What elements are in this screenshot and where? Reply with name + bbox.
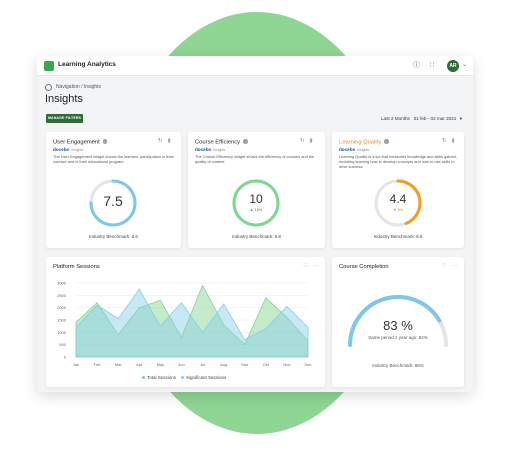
efficiency-value: 10 bbox=[249, 192, 263, 206]
quality-ring: 4.4 ▼ 8% bbox=[373, 178, 423, 228]
x-tick-label: Dec bbox=[304, 362, 311, 367]
course-completion-card: Course Completion ♡ ··· 83 % Same period … bbox=[332, 257, 464, 387]
industry-benchmark: Industry Benchmark: 85% bbox=[372, 363, 424, 368]
x-tick-label: Oct bbox=[263, 362, 270, 367]
chevron-down-icon[interactable]: ⌄ bbox=[462, 61, 467, 68]
chart-legend: Total Sessions Significant Sessions bbox=[142, 375, 226, 380]
x-tick-label: Jul bbox=[200, 362, 205, 367]
card-actions: ♡ ··· bbox=[303, 263, 318, 269]
refresh-icon[interactable]: ↻ bbox=[158, 138, 163, 144]
info-icon[interactable] bbox=[384, 139, 389, 144]
info-icon[interactable] bbox=[102, 139, 108, 144]
date-range-selector[interactable]: Last 2 Months 01 feb - 02 mar 2021 ▼ bbox=[381, 116, 463, 121]
avatar[interactable]: AR bbox=[447, 60, 459, 72]
app-title: Learning Analytics bbox=[58, 61, 116, 68]
info-icon[interactable] bbox=[243, 139, 248, 144]
page-title: Insights bbox=[45, 93, 83, 105]
engagement-ring: 7.5 bbox=[88, 178, 138, 228]
caret-down-icon: ▼ bbox=[458, 116, 463, 121]
top-bar: Learning Analytics ⓘ ∷ AR ⌄ bbox=[37, 56, 473, 76]
date-range-value: 01 feb - 02 mar 2021 bbox=[413, 116, 457, 121]
industry-benchmark: Industry Benchmark: 8.8 bbox=[373, 234, 423, 239]
y-tick-label: 3000 bbox=[57, 281, 67, 286]
completion-value: 83 % bbox=[383, 318, 413, 333]
app-window: Learning Analytics ⓘ ∷ AR ⌄ Navigation /… bbox=[37, 56, 473, 392]
completion-previous: Same period 1 year ago: 84% bbox=[368, 335, 428, 340]
industry-benchmark: Industry Benchmark: 8.6 bbox=[89, 234, 138, 239]
card-title: Platform Sessions bbox=[53, 264, 100, 270]
bar-chart-icon[interactable]: ▮ bbox=[310, 138, 313, 144]
y-tick-label: 2500 bbox=[57, 293, 67, 298]
more-icon[interactable]: ··· bbox=[452, 263, 458, 269]
y-tick-label: 2000 bbox=[57, 305, 67, 310]
learning-quality-card: Learning Quality ↻ ▮ docebo Insights Learn… bbox=[332, 132, 464, 248]
y-tick-label: 1500 bbox=[57, 318, 67, 323]
x-tick-label: Feb bbox=[94, 362, 102, 367]
grid-icon[interactable]: ∷ bbox=[430, 61, 434, 70]
card-title: Course Efficiency bbox=[195, 139, 248, 146]
card-actions: ♡ ··· bbox=[442, 263, 457, 269]
course-efficiency-card: Course Efficiency ↻ ▮ docebo Insights The … bbox=[188, 132, 325, 248]
sessions-chart: 3000 2500 2000 1500 1000 500 0 Jan Feb Mar Apr May J… bbox=[57, 281, 311, 368]
engagement-value: 7.5 bbox=[103, 193, 123, 209]
bar-chart-icon[interactable]: ▮ bbox=[168, 138, 171, 144]
card-description: The Course Efficiency widget shows the e… bbox=[195, 154, 315, 165]
card-actions: ↻ ▮ bbox=[300, 138, 313, 144]
y-tick-label: 0 bbox=[64, 355, 67, 360]
more-icon[interactable]: ··· bbox=[313, 263, 319, 269]
help-circle-icon[interactable]: ⓘ bbox=[413, 61, 420, 70]
heart-icon[interactable]: ♡ bbox=[303, 263, 308, 269]
x-tick-label: Mar bbox=[115, 362, 123, 367]
legend-item-total[interactable]: Total Sessions bbox=[142, 375, 176, 380]
x-tick-label: Nov bbox=[283, 362, 290, 367]
industry-benchmark: Industry Benchmark: 8.8 bbox=[232, 234, 281, 239]
quality-delta: ▼ 8% bbox=[392, 208, 404, 212]
card-title: User Engagement bbox=[53, 139, 108, 146]
quality-value: 4.4 bbox=[389, 192, 407, 206]
card-title: Course Completion bbox=[339, 264, 389, 270]
manage-filters-button[interactable]: MANAGE FILTERS bbox=[46, 114, 83, 123]
navigation-icon bbox=[45, 84, 52, 91]
x-tick-label: Aug bbox=[220, 362, 227, 367]
card-actions: ↻ ▮ bbox=[442, 138, 455, 144]
docebo-logo: docebo Insights bbox=[53, 147, 84, 152]
refresh-icon[interactable]: ↻ bbox=[300, 138, 305, 144]
platform-sessions-card: Platform Sessions ♡ ··· 3000 2500 2000 1500 1… bbox=[46, 257, 325, 387]
heart-icon[interactable]: ♡ bbox=[442, 263, 447, 269]
user-engagement-card: User Engagement ↻ ▮ docebo Insights The Us… bbox=[46, 132, 181, 248]
x-tick-label: Sep bbox=[241, 362, 249, 367]
y-tick-label: 1000 bbox=[57, 330, 67, 335]
card-actions: ↻ ▮ bbox=[158, 138, 171, 144]
x-tick-label: Apr bbox=[136, 362, 143, 367]
docebo-logo: docebo Insights bbox=[339, 147, 370, 152]
efficiency-ring: 10 ▲ 18% bbox=[231, 178, 281, 228]
breadcrumb[interactable]: Navigation / Insights bbox=[56, 84, 101, 90]
date-range-label: Last 2 Months bbox=[381, 116, 410, 121]
legend-item-significant[interactable]: Significant Sessions bbox=[181, 375, 226, 380]
card-description: The User Engagement widget shows the lea… bbox=[53, 154, 174, 165]
y-tick-label: 500 bbox=[59, 342, 66, 347]
x-tick-label: Jan bbox=[73, 362, 79, 367]
x-tick-label: Jun bbox=[178, 362, 184, 367]
card-title: Learning Quality bbox=[339, 139, 389, 146]
x-tick-label: May bbox=[157, 362, 165, 367]
refresh-icon[interactable]: ↻ bbox=[442, 138, 447, 144]
bar-chart-icon[interactable]: ▮ bbox=[452, 138, 455, 144]
card-description: Learning Quality is a kpi that measures … bbox=[339, 154, 457, 170]
docebo-logo: docebo Insights bbox=[195, 147, 226, 152]
series-area-significant-sessions bbox=[75, 288, 309, 358]
app-logo-icon bbox=[44, 61, 54, 71]
efficiency-delta: ▲ 18% bbox=[249, 208, 263, 212]
